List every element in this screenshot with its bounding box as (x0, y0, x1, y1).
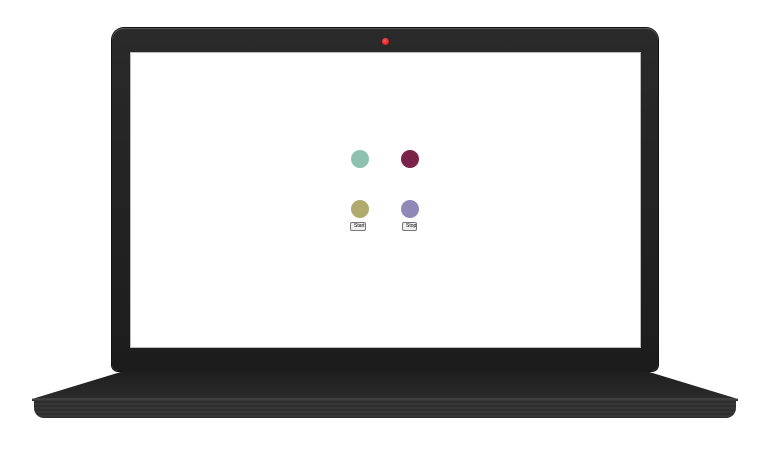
laptop-base-front (34, 400, 736, 418)
top-right-dot (401, 150, 419, 168)
laptop-mockup: Start Stop (0, 0, 770, 458)
bottom-right-dot (401, 200, 419, 218)
stop-button[interactable]: Stop (402, 222, 417, 231)
laptop-keyboard-deck (32, 371, 738, 401)
laptop-screen: Start Stop (130, 52, 641, 348)
webcam-indicator (382, 38, 389, 45)
laptop-lid: Start Stop (112, 28, 658, 371)
start-button[interactable]: Start (350, 222, 366, 231)
bottom-left-dot (351, 200, 369, 218)
top-left-dot (351, 150, 369, 168)
